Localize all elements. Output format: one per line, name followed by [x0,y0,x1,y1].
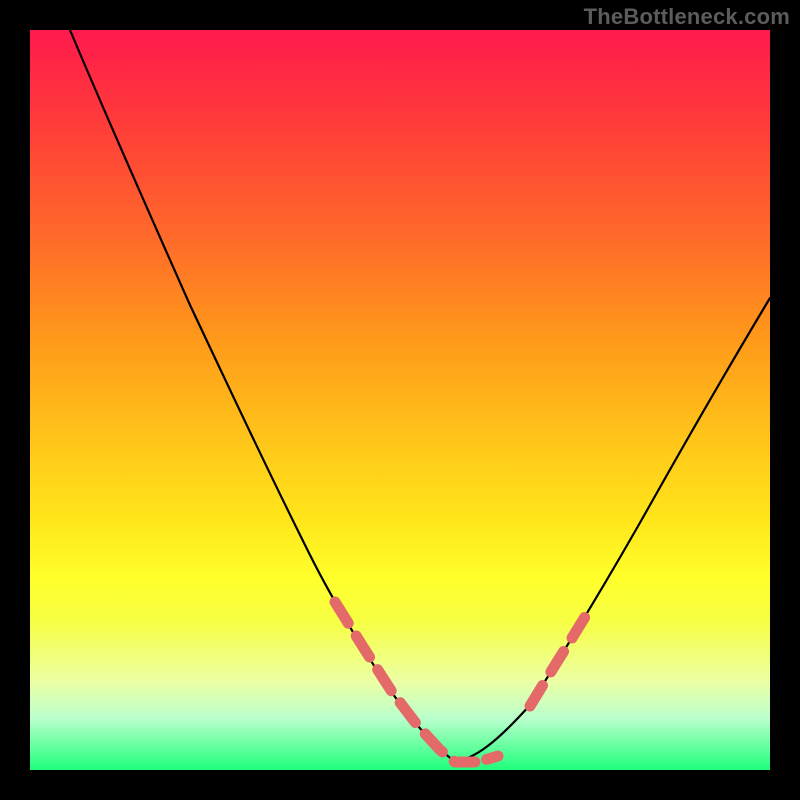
fit-dots-right [530,612,588,706]
chart-canvas: TheBottleneck.com [0,0,800,800]
fit-dots-floor [455,756,498,762]
curve-left-branch [70,30,455,762]
fit-dots-left [335,602,455,762]
plot-area [30,30,770,770]
curve-right-branch [455,298,770,762]
curve-layer [30,30,770,770]
watermark-text: TheBottleneck.com [584,4,790,30]
